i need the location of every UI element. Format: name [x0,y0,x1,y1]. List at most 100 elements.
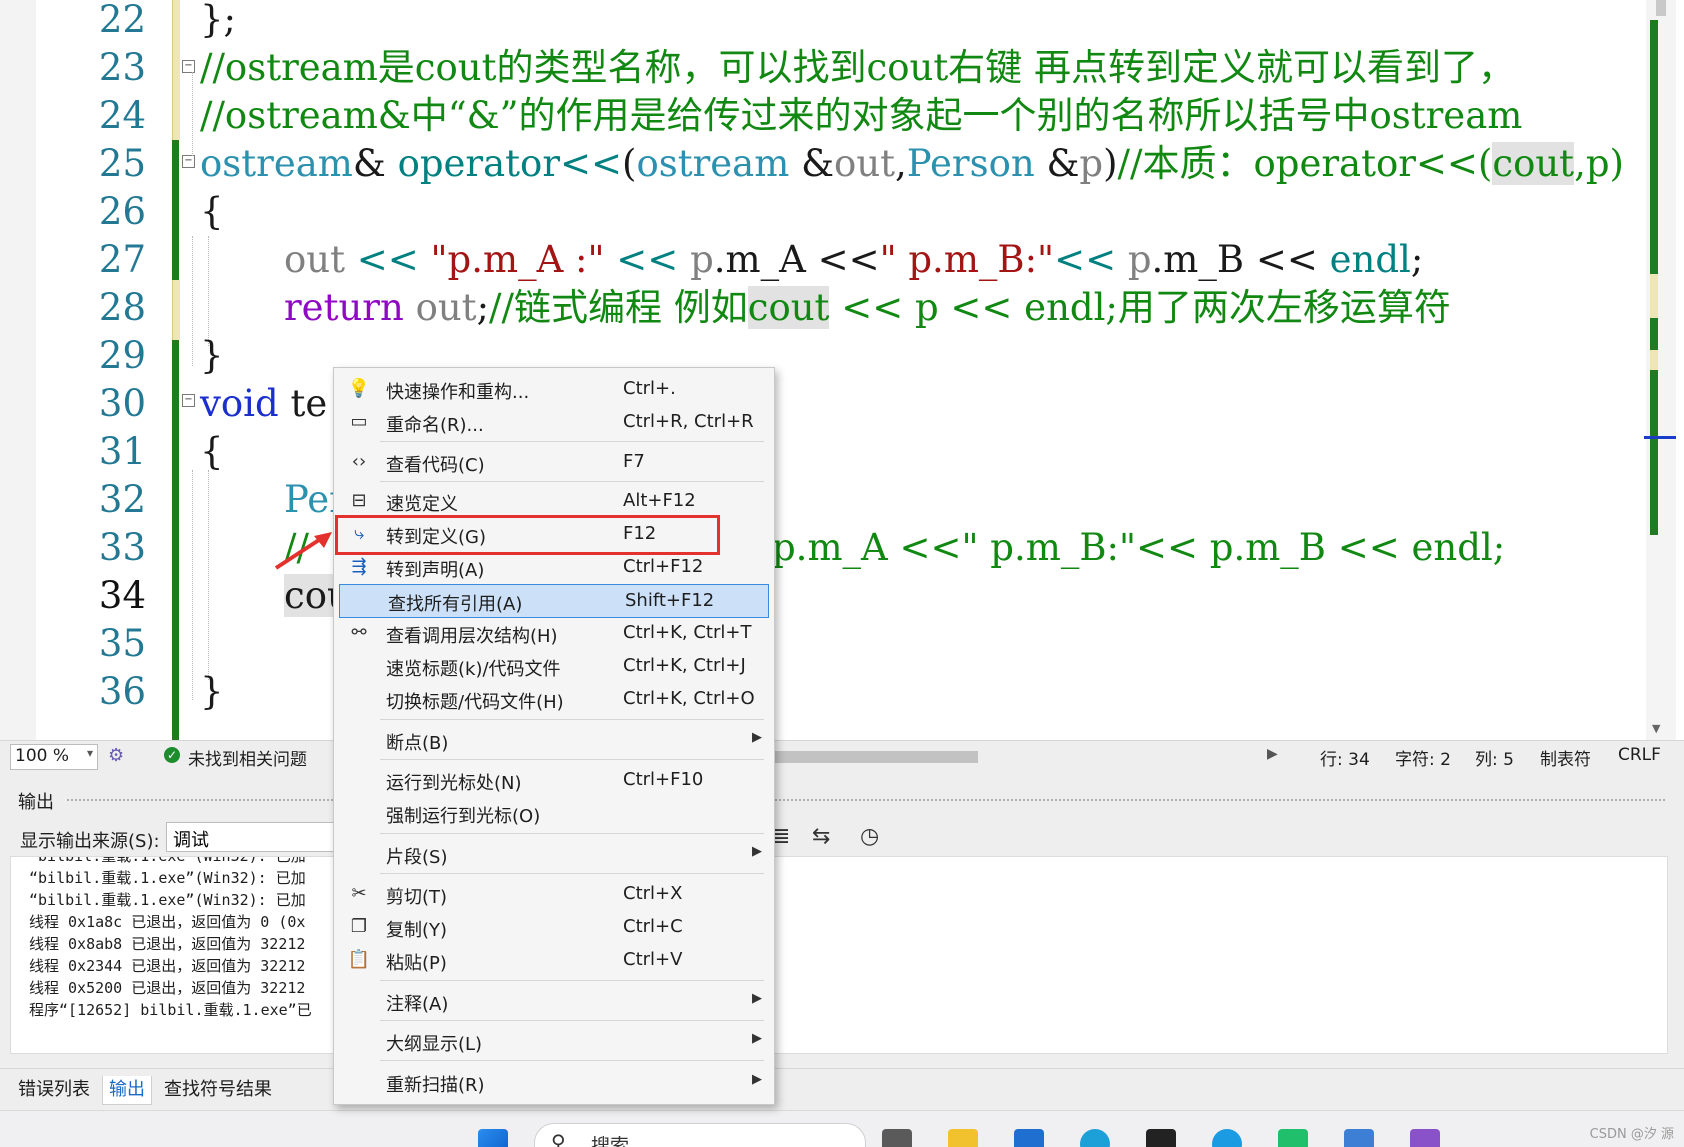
code-operator: << [604,238,691,281]
menu-item-shortcut: Ctrl+K, Ctrl+T [623,622,752,643]
collapse-toggle-icon[interactable]: − [182,155,195,168]
menu-item-peek-definition[interactable]: ⊟ 速览定义 Alt+F12 [338,485,770,517]
menu-item-copy[interactable]: ❐ 复制(Y) Ctrl+C [338,911,770,943]
edge-browser-icon[interactable] [1080,1129,1110,1147]
code-text: { [200,430,224,473]
output-line: “bilbil.重载.1.exe”(Win32): 已加 [29,856,306,865]
menu-item-paste[interactable]: 📋 粘贴(P) Ctrl+V [338,944,770,976]
menu-separator [380,719,764,720]
code-param: out [403,286,477,329]
code-comment: cout [747,286,830,329]
menu-item-rescan[interactable]: 重新扫描(R) ▶ [338,1066,770,1098]
menu-item-run-to-cursor[interactable]: 运行到光标处(N) Ctrl+F10 [338,764,770,796]
char-indicator[interactable]: 字符: 2 [1395,745,1451,770]
code-comment: p.m_A <<" p.m_B:"<< p.m_B << endl; [772,526,1506,569]
unsaved-change-bar [172,140,179,280]
line-ending-indicator[interactable]: CRLF [1618,745,1661,765]
code-text: ) [1103,142,1118,185]
code-text: .m_B << [1151,238,1330,281]
scroll-down-icon[interactable]: ▼ [1652,722,1660,735]
editor-status-bar: 100 % ▾ ⚙ ✓ 未找到相关问题 ▶ 行: 34 字符: 2 列: 5 制… [0,740,1684,773]
menu-item-view-code[interactable]: ‹› 查看代码(C) F7 [338,446,770,478]
code-comment: cout [1492,142,1575,185]
rename-icon: ▭ [350,411,368,432]
submenu-arrow-icon: ▶ [752,991,762,1006]
code-comment: //本质：operator<<( [1117,142,1493,185]
issues-status[interactable]: 未找到相关问题 [188,745,307,770]
code-keyword: void [200,382,279,425]
menu-item-peek-header[interactable]: 速览标题(k)/代码文件 Ctrl+K, Ctrl+J [338,650,770,682]
submenu-arrow-icon: ▶ [752,1072,762,1087]
scroll-right-icon[interactable]: ▶ [1267,746,1278,762]
menu-item-find-all-references[interactable]: 查找所有引用(A) Shift+F12 [339,584,769,618]
output-line: 线程 0x5200 已退出，返回值为 32212 [29,979,306,997]
windows-start-icon[interactable] [478,1129,508,1147]
menu-item-toggle-header[interactable]: 切换标题/代码文件(H) Ctrl+K, Ctrl+O [338,683,770,715]
watermark-text: CSDN @汐 源 [1589,1127,1674,1142]
menu-item-breakpoint[interactable]: 断点(B) ▶ [338,724,770,756]
menu-item-quick-actions[interactable]: 💡 快速操作和重构... Ctrl+. [338,373,770,405]
menu-item-label: 重新扫描(R) [386,1075,485,1096]
zoom-dropdown[interactable]: 100 % ▾ [10,744,98,770]
line-number: 26 [98,190,146,233]
menu-item-go-to-declaration[interactable]: ⇶ 转到声明(A) Ctrl+F12 [338,551,770,583]
menu-item-label: 剪切(T) [386,887,448,908]
file-explorer-icon[interactable] [948,1129,978,1147]
editor-context-menu: 💡 快速操作和重构... Ctrl+. ▭ 重命名(R)... Ctrl+R, … [333,367,775,1105]
visual-studio-icon[interactable] [1410,1129,1440,1147]
check-circle-icon: ✓ [164,747,180,763]
tab-find-symbol-results[interactable]: 查找符号结果 [158,1076,278,1104]
output-source-value: 调试 [173,830,209,851]
menu-item-force-run-to-cursor[interactable]: 强制运行到光标(O) [338,797,770,829]
tab-output[interactable]: 输出 [102,1076,152,1105]
annotation-highlight-box [335,515,720,555]
collapse-toggle-icon[interactable]: − [182,60,195,73]
clock-icon[interactable]: ◷ [860,824,879,849]
code-function: operator<< [397,142,623,185]
menu-item-label: 速览定义 [386,494,458,515]
menu-item-snippets[interactable]: 片段(S) ▶ [338,838,770,870]
menu-item-label: 复制(Y) [386,920,448,941]
code-line: //ostream&中“&”的作用是给传过来的对象起一个别的名称所以括号中ost… [200,91,1522,141]
output-text-area[interactable]: “bilbil.重载.1.exe”(Win32): 已加 “bilbil.重载.… [10,856,1668,1054]
menu-item-comment[interactable]: 注释(A) ▶ [338,985,770,1017]
horizontal-scrollbar-thumb[interactable] [770,751,978,763]
menu-item-label: 查看代码(C) [386,455,485,476]
code-editor[interactable]: 22 23 24 25 26 27 28 29 30 31 32 33 34 3… [0,0,1684,740]
panel-drag-grip[interactable] [66,798,1666,803]
task-view-icon[interactable] [882,1129,912,1147]
code-comment: //ostream是cout的类型名称，可以找到cout右键 再点转到定义就可以… [200,46,1515,89]
output-line: 程序“[12652] bilbil.重载.1.exe”已 [29,1001,312,1019]
window-app-icon[interactable] [1344,1129,1374,1147]
code-text: & [352,142,398,185]
code-health-icon[interactable]: ⚙ [108,745,124,766]
line-number: 24 [98,94,146,137]
scrollbar-thumb[interactable] [1656,0,1666,16]
browser-icon[interactable] [1212,1129,1242,1147]
menu-item-rename[interactable]: ▭ 重命名(R)... Ctrl+R, Ctrl+R [338,406,770,438]
line-indicator[interactable]: 行: 34 [1320,745,1370,770]
taskbar-search[interactable]: ⚲ 搜索 [534,1123,866,1147]
code-param: out [834,142,896,185]
indent-mode-indicator[interactable]: 制表符 [1540,745,1591,770]
app-icon[interactable] [1146,1129,1176,1147]
menu-item-call-hierarchy[interactable]: ⚯ 查看调用层次结构(H) Ctrl+K, Ctrl+T [338,617,770,649]
outline-guide [192,72,193,156]
menu-item-shortcut: Ctrl+K, Ctrl+O [623,688,755,709]
menu-item-label: 强制运行到光标(O) [386,806,541,827]
saved-change-bar [172,280,180,340]
chat-app-icon[interactable] [1278,1129,1308,1147]
menu-item-outlining[interactable]: 大纲显示(L) ▶ [338,1025,770,1057]
toggle-wrap-icon[interactable]: ⇆ [812,824,830,849]
menu-item-shortcut: Ctrl+K, Ctrl+J [623,655,746,676]
menu-item-cut[interactable]: ✂ 剪切(T) Ctrl+X [338,878,770,910]
code-comment: //链式编程 例如 [489,286,748,329]
output-source-select[interactable]: 调试 [166,822,338,852]
column-indicator[interactable]: 列: 5 [1475,745,1514,770]
tab-error-list[interactable]: 错误列表 [12,1076,96,1104]
lightbulb-icon: 💡 [347,378,371,399]
store-icon[interactable] [1014,1129,1044,1147]
code-text: & [1034,142,1080,185]
editor-margin [0,0,36,740]
collapse-toggle-icon[interactable]: − [182,394,195,407]
